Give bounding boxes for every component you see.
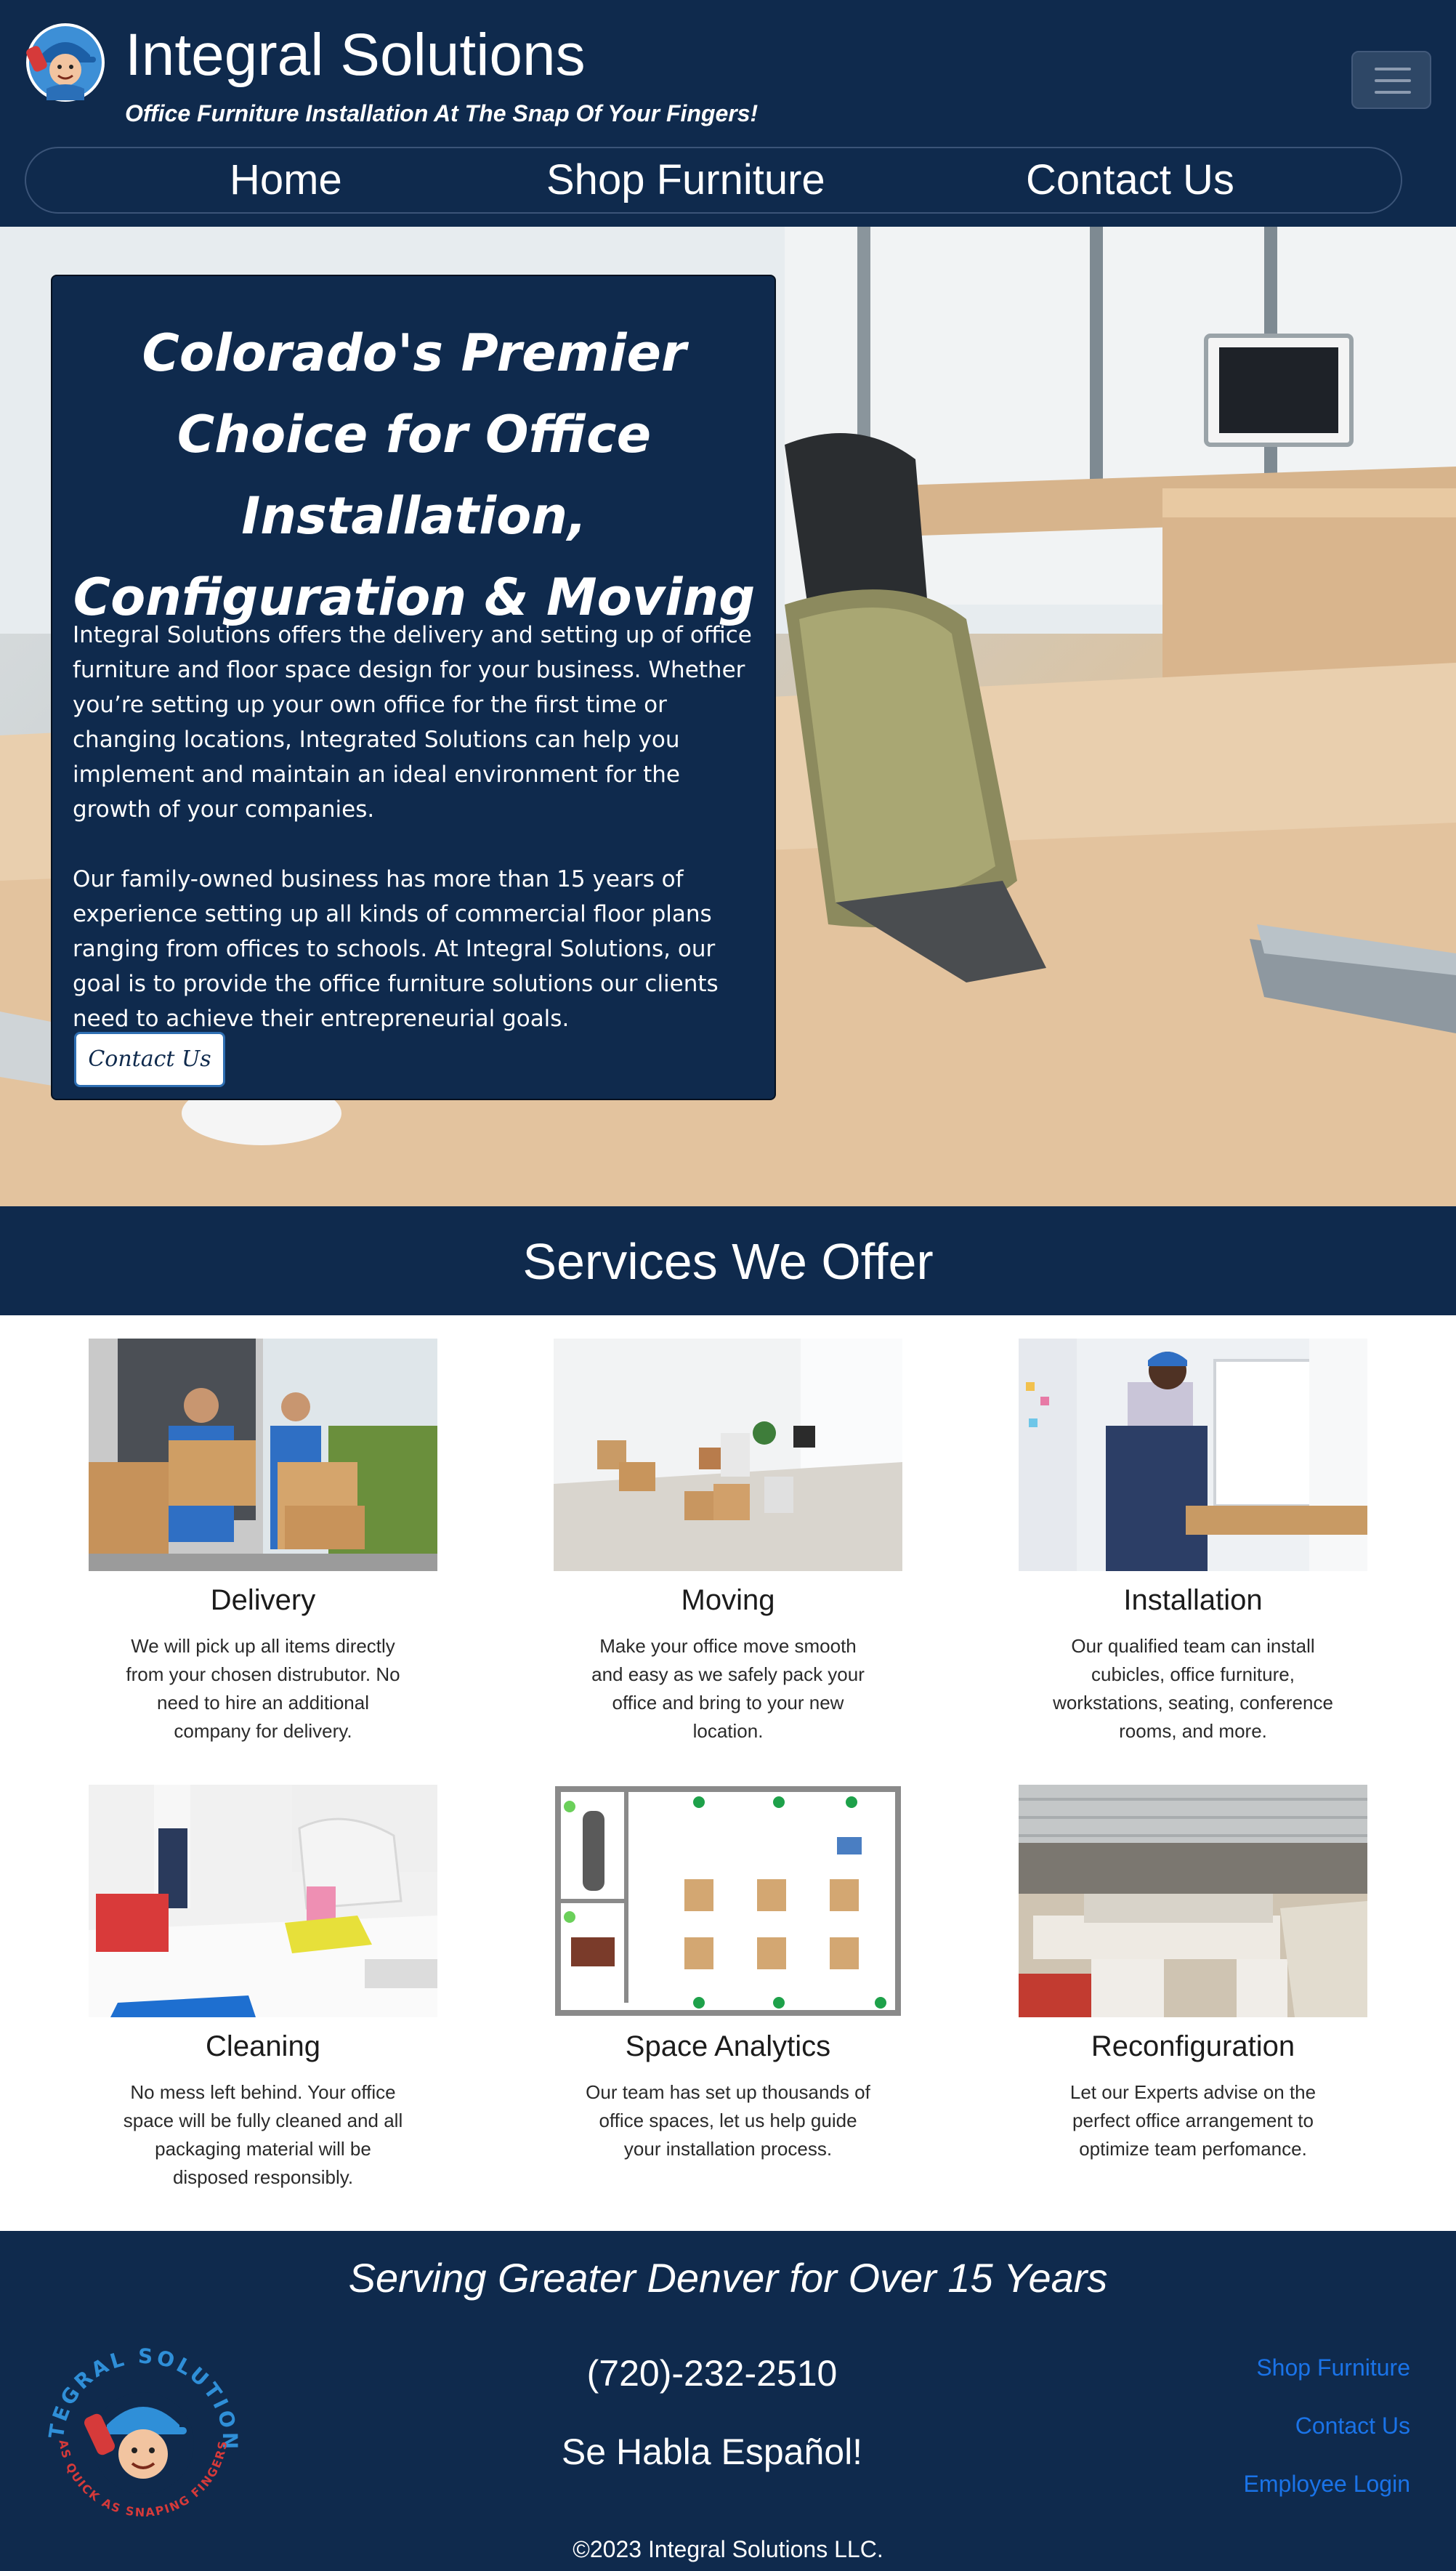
service-name: Reconfiguration (1091, 2030, 1295, 2062)
service-description: Let our Experts advise on the perfect of… (1069, 2081, 1317, 2160)
site-header: Integral Solutions Office Furniture Inst… (0, 0, 1456, 227)
service-name: Installation (1123, 1584, 1263, 1616)
service-name: Cleaning (206, 2030, 320, 2062)
service-description: Our team has set up thousands of office … (586, 2081, 870, 2160)
mascot-logo-icon[interactable] (25, 22, 106, 103)
services-title: Services We Offer (522, 1233, 934, 1290)
footer-link-contact-us[interactable]: Contact Us (1295, 2411, 1410, 2440)
main-nav: Home Shop Furniture Contact Us (25, 147, 1402, 214)
site-title[interactable]: Integral Solutions (125, 22, 586, 89)
service-name: Moving (681, 1584, 775, 1616)
footer-copyright: ©2023 Integral Solutions LLC. (573, 2536, 883, 2562)
reconfiguration-image (1019, 1785, 1367, 2017)
nav-contact-us[interactable]: Contact Us (1026, 157, 1234, 203)
hamburger-icon (1375, 68, 1411, 70)
footer-link-shop-furniture[interactable]: Shop Furniture (1256, 2353, 1410, 2382)
hero-title: Colorado's Premier Choice for Office Ins… (73, 323, 756, 627)
cleaning-image (89, 1785, 437, 2017)
service-name: Delivery (210, 1584, 316, 1616)
hamburger-icon-line (1375, 79, 1411, 82)
site-tagline: Office Furniture Installation At The Sna… (125, 100, 759, 126)
service-description: No mess left behind. Your office space w… (123, 2081, 403, 2188)
service-description: We will pick up all items directly from … (126, 1635, 400, 1742)
hamburger-menu-button[interactable] (1351, 51, 1431, 109)
footer-title: Serving Greater Denver for Over 15 Years (348, 2255, 1108, 2301)
moving-image (554, 1339, 902, 1571)
hero-card: Colorado's Premier Choice for Office Ins… (51, 275, 776, 1100)
site-footer: Serving Greater Denver for Over 15 Years… (0, 2231, 1456, 2571)
hero-section: Colorado's Premier Choice for Office Ins… (0, 227, 1456, 1206)
hero-paragraph-2: Our family-owned business has more than … (73, 866, 719, 1032)
service-name: Space Analytics (625, 2030, 831, 2062)
service-description: Make your office move smooth and easy as… (591, 1635, 865, 1742)
service-description: Our qualified team can install cubicles,… (1053, 1635, 1333, 1742)
nav-home[interactable]: Home (230, 157, 342, 203)
footer-phone[interactable]: (720)-232-2510 (0, 2352, 1424, 2395)
footer-spanish-note: Se Habla Español! (561, 2431, 863, 2472)
hero-contact-button[interactable]: Contact Us (74, 1032, 225, 1087)
floor-plan-image (554, 1785, 902, 2017)
installation-image (1019, 1339, 1367, 1571)
delivery-image (89, 1339, 437, 1571)
footer-link-employee-login[interactable]: Employee Login (1244, 2469, 1410, 2498)
nav-shop-furniture[interactable]: Shop Furniture (546, 157, 825, 203)
hamburger-icon-line (1375, 91, 1411, 94)
services-header: Services We Offer (0, 1206, 1456, 1315)
hero-paragraph-1: Integral Solutions offers the delivery a… (73, 622, 752, 823)
